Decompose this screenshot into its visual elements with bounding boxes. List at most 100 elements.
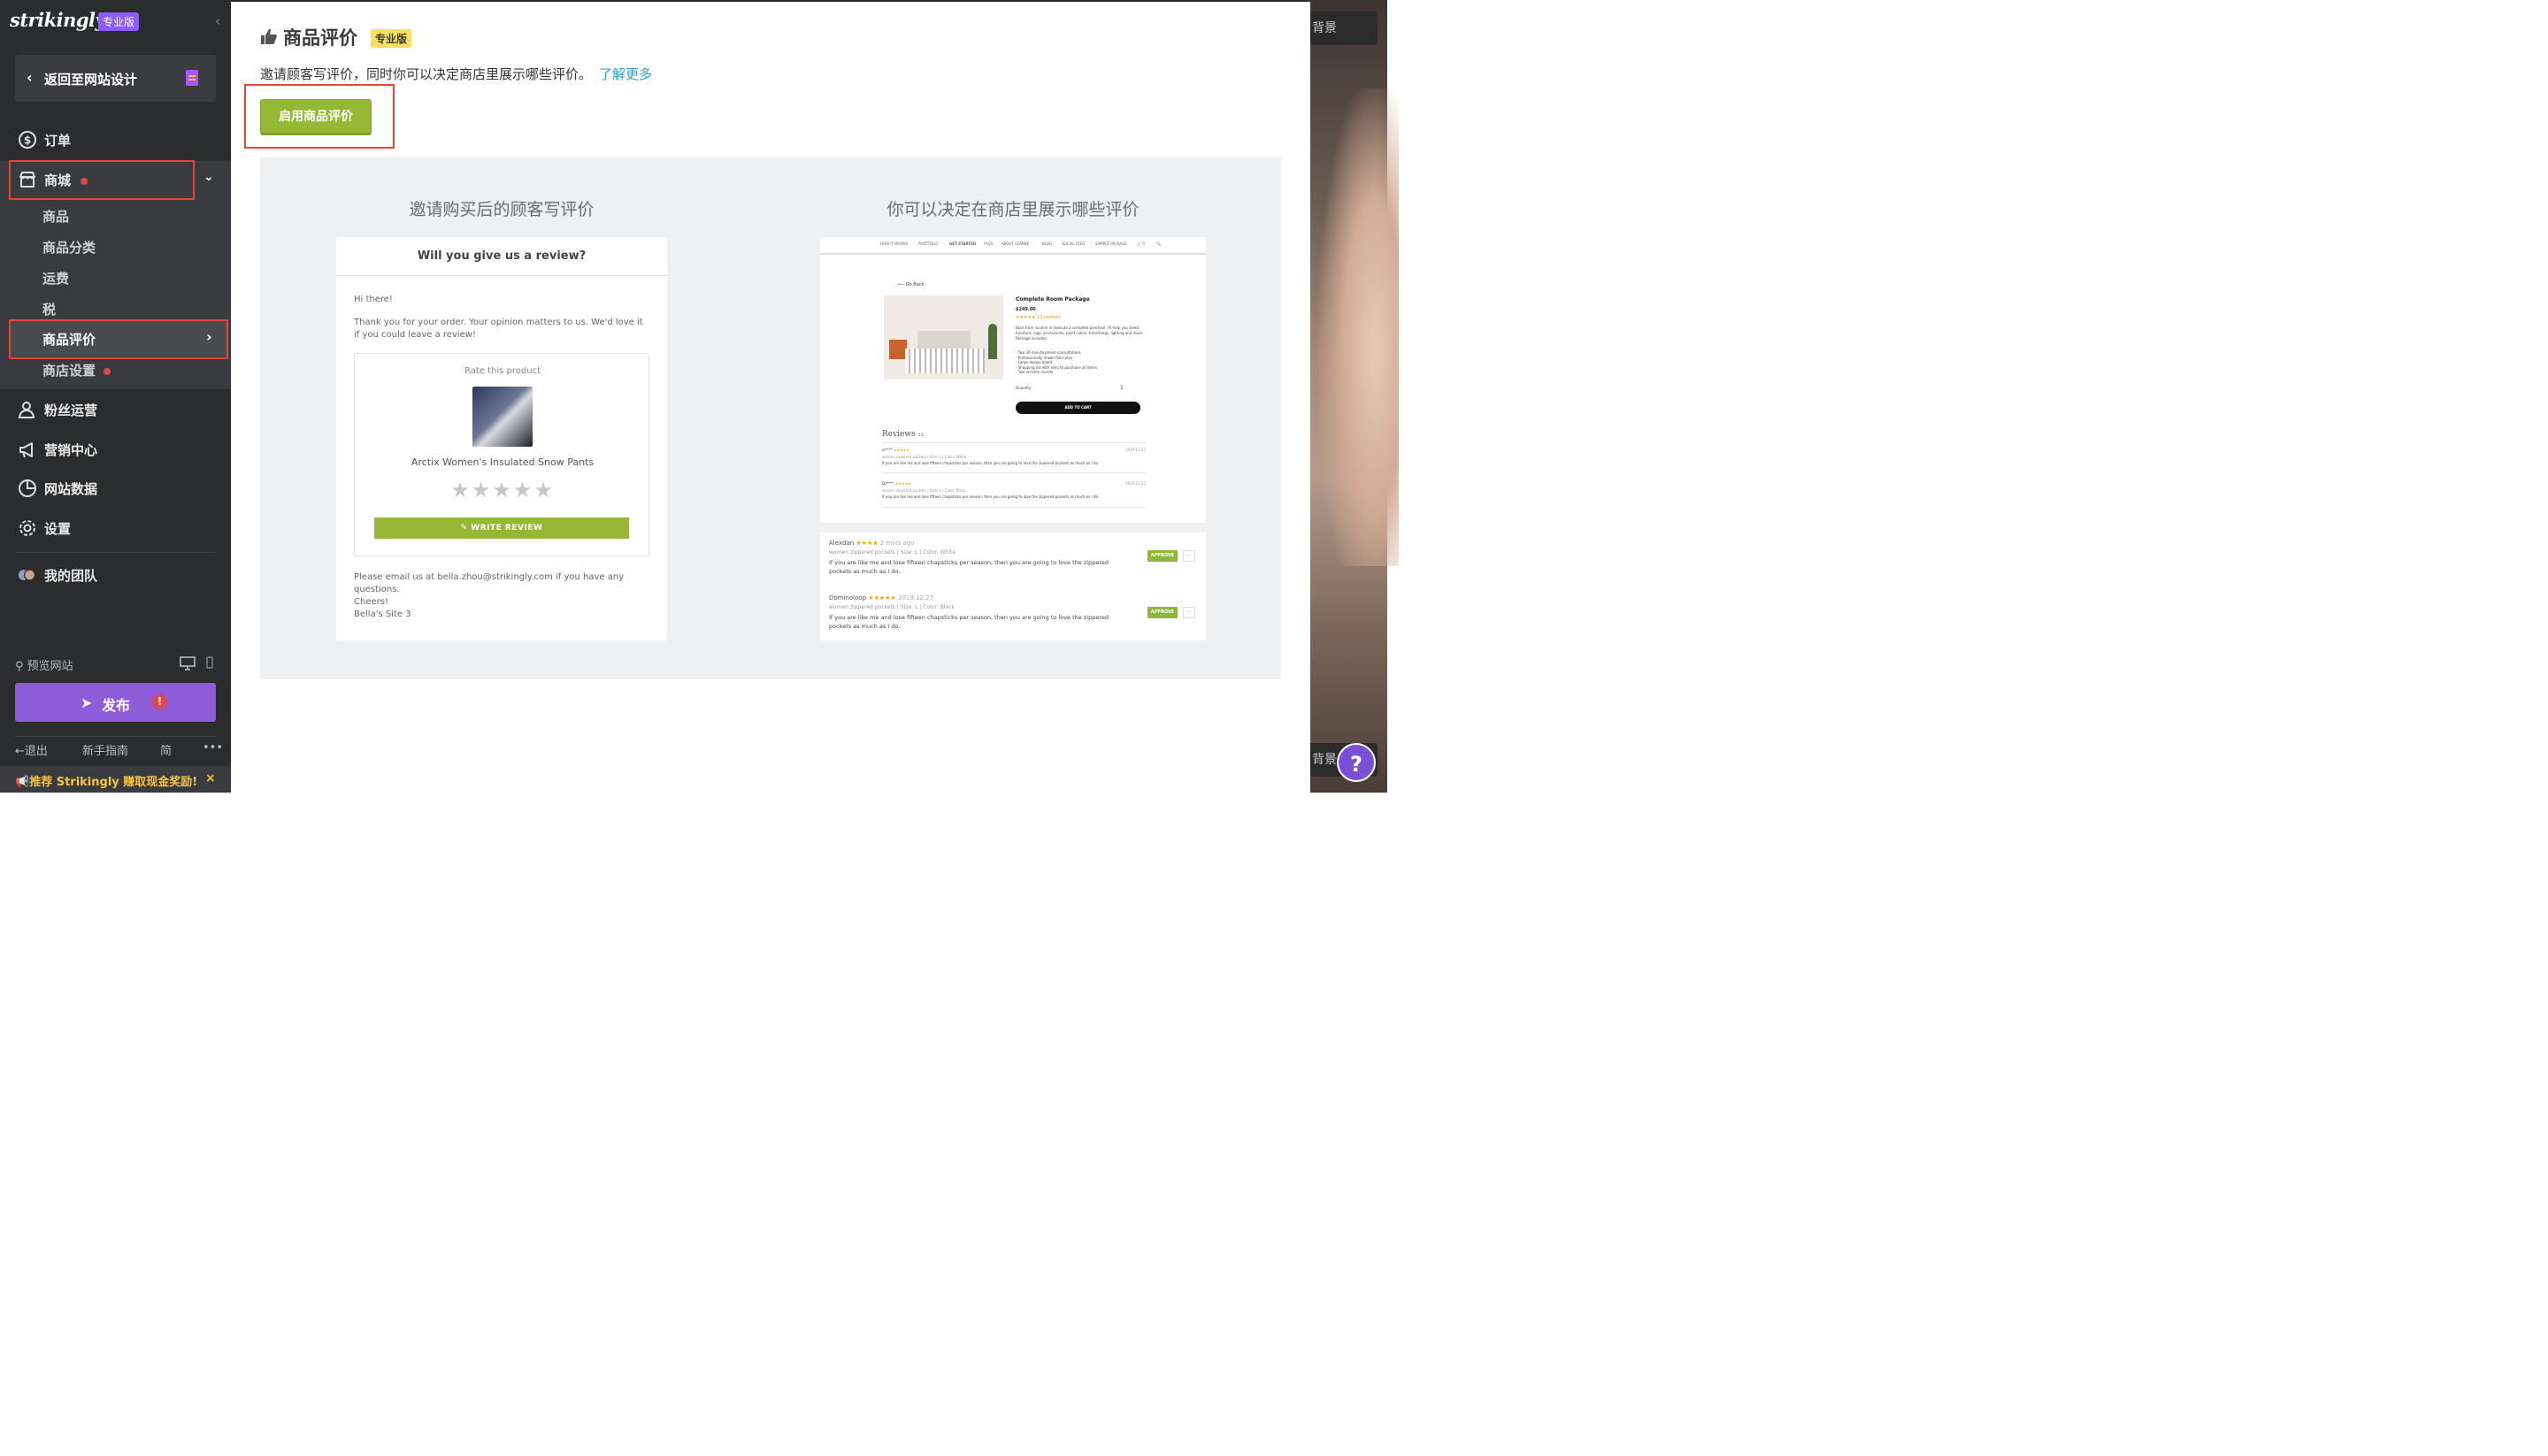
rate-product-box: Rate this product Arctix Women's Insulat… [354,353,649,556]
photo-detail [889,340,907,359]
email-contact: Please email us at bella.zhou@strikingly… [354,572,625,594]
divider [882,507,1146,508]
description-text: 邀请顾客写评价，同时你可以决定商店里展示哪些评价。 [260,66,593,82]
pencil-icon: ✎ [460,524,472,533]
approve-button: APPROVE [1147,607,1178,618]
nav-team-label: 我的团队 [44,568,98,584]
dollar-circle-icon: $ [19,131,36,149]
nav-store[interactable]: 商城 ⌄ [0,162,231,197]
more-options-button: ··· [1183,550,1195,562]
shop-rating: ★★★★★ 13 reviews [1016,315,1062,320]
nav-store-label: 商城 [44,171,88,189]
megaphone-icon [19,442,33,458]
nav-marketing-label: 营销中心 [44,442,98,458]
svg-text:$: $ [24,134,31,147]
add-to-cart-button: ADD TO CART [1016,402,1140,414]
photo-detail [905,349,985,373]
gear-icon [19,520,35,536]
close-icon[interactable]: × [205,771,216,785]
preview-site-label: 预览网站 [27,660,73,673]
email-signoff: Cheers! [354,597,388,607]
sub-products[interactable]: 商品 [42,207,69,226]
divider [882,442,1146,443]
shop-product-title: Complete Room Package [1016,296,1090,303]
language-switch[interactable]: 简 [160,741,172,758]
email-header: Will you give us a review? [336,237,667,276]
learn-more-link[interactable]: 了解更多 [599,66,652,82]
nav-fans-label: 粉丝运营 [44,402,98,418]
more-menu[interactable]: ••• [203,741,223,755]
pro-badge: 专业版 [371,29,412,48]
divider [15,736,216,737]
shop-nav-item: PORTFOLIO [918,241,939,246]
feature-preview-panel: 邀请购买后的顾客写评价 你可以决定在商店里展示哪些评价 Will you giv… [260,157,1281,679]
divider [15,552,216,553]
notification-dot [81,177,88,185]
shop-nav-item: ABOUT LEANNE [1002,241,1030,246]
email-preview-card: Will you give us a review? Hi there! Tha… [336,237,667,640]
referral-bar[interactable]: 📢推荐 Strikingly 赚取现金奖励! × [0,766,231,793]
moderation-row: Dominoloop ★★★★★ 2019.12.27 women zipper… [829,594,1201,631]
back-to-design-label: 返回至网站设计 [44,72,138,88]
shop-nav-item: 🛒 0 [1137,241,1145,246]
main-content: 商品评价 专业版 邀请顾客写评价，同时你可以决定商店里展示哪些评价。 了解更多 启… [231,0,1310,793]
review-item: al**** ★★★★★ 2019.12.27 women zippered p… [882,448,1146,465]
enable-reviews-button[interactable]: 启用商品评价 [260,99,372,135]
background-button[interactable]: 背景 [1310,11,1378,45]
rate-title: Rate this product [464,366,541,376]
product-photo [884,295,1003,379]
thumbs-up-icon [261,28,277,44]
sub-tax[interactable]: 税 [42,300,56,318]
rocket-icon: ➤ [81,694,93,711]
desktop-icon[interactable] [180,656,196,671]
shop-nav-item: FAQS [984,241,994,246]
nav-fans[interactable]: 粉丝运营 [0,392,231,427]
arrow-left-icon: ← [15,745,25,758]
notification-dot [104,367,111,375]
users-icon [18,402,35,418]
shop-nav-item: BLOG [1042,241,1053,246]
email-signature: Bella's Site 3 [354,609,411,619]
back-to-design-button[interactable]: ‹ 返回至网站设计 [15,55,216,102]
nav-marketing[interactable]: 营销中心 [0,432,231,467]
chevron-down-icon[interactable]: ⌄ [203,170,214,184]
shop-nav-item: SAMPLE PACKAGE [1095,241,1127,246]
sub-categories[interactable]: 商品分类 [42,238,96,257]
more-options-button: ··· [1183,607,1195,618]
nav-orders[interactable]: $ 订单 [0,122,231,157]
page-title: 商品评价 [283,27,357,49]
shop-preview-card: HOW IT WORKS PORTFOLIO GET STARTED FAQS … [820,237,1206,523]
nav-analytics[interactable]: 网站数据 [0,471,231,506]
review-item: Do**** ★★★★★ 2019.12.27 women zippered p… [882,481,1146,499]
description: 邀请顾客写评价，同时你可以决定商店里展示哪些评价。 了解更多 [260,65,652,83]
document-icon [186,70,198,86]
warning-icon: ! [152,694,167,709]
reviews-heading: Reviews 15 [882,430,924,439]
mobile-icon[interactable] [206,656,213,669]
logout-link[interactable]: ←退出 [15,741,48,758]
quantity-value: 1 [1120,385,1124,391]
pie-chart-icon [19,479,36,497]
preview-site-link[interactable]: ⚲ 预览网站 [15,656,73,673]
moderation-row: Alexdan ★★★★ 2 mins ago women zippered p… [829,540,1201,576]
nav-team[interactable]: 我的团队 [0,557,231,593]
sub-shipping[interactable]: 运费 [42,269,69,287]
nav-settings-label: 设置 [44,521,72,537]
sub-product-reviews[interactable]: 商品评价 [42,330,96,349]
shop-nav-item: 🔍 [1156,241,1161,246]
collapse-sidebar-icon[interactable]: ‹ [215,12,220,29]
referral-label: 📢推荐 Strikingly 赚取现金奖励! [15,776,198,789]
guide-link[interactable]: 新手指南 [82,741,128,758]
pro-badge: 专业版 [98,12,140,31]
quantity-label: Quantity [1016,386,1032,390]
sub-store-settings[interactable]: 商店设置 [42,361,111,379]
publish-button[interactable]: ➤ 发布 ! [15,683,216,722]
help-button[interactable]: ? [1337,743,1376,782]
approve-button: APPROVE [1147,550,1178,562]
strikingly-logo[interactable]: strikingly [10,9,106,31]
nav-settings[interactable]: 设置 [0,510,231,546]
photo-detail [988,324,997,359]
write-review-button: ✎ WRITE REVIEW [374,517,629,539]
email-body: Thank you for your order. Your opinion m… [354,318,643,340]
background-photo [1319,88,1399,566]
